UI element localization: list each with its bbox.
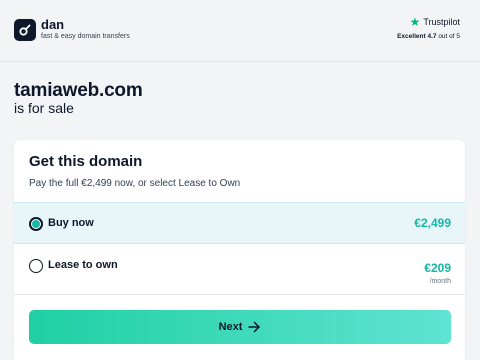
lease-price: €209 — [424, 261, 451, 275]
trustpilot-star-icon: ★ — [409, 15, 421, 29]
trustpilot-rating: Excellent 4.7 out of 5 — [380, 33, 460, 40]
brand-name[interactable]: dan — [41, 17, 64, 32]
for-sale-subtitle: is for sale — [14, 100, 74, 116]
radio-selected-dot — [32, 220, 40, 228]
buy-now-label: Buy now — [48, 217, 94, 229]
lease-price-unit: /month — [429, 278, 451, 285]
next-button[interactable]: Next — [29, 310, 451, 344]
dan-logo-icon[interactable] — [14, 19, 36, 41]
trustpilot-widget[interactable]: ★ Trustpilot Excellent 4.7 out of 5 — [380, 16, 460, 40]
next-button-label: Next — [218, 321, 243, 333]
buy-now-price: €2,499 — [414, 216, 451, 230]
purchase-card: Get this domain Pay the full €2,499 now,… — [14, 140, 465, 360]
trustpilot-scale: out of 5 — [438, 33, 460, 40]
option-buy-now[interactable]: Buy now €2,499 — [14, 202, 465, 244]
lease-to-own-radio[interactable] — [29, 259, 43, 273]
buy-now-radio[interactable] — [29, 217, 43, 231]
site-header: dan fast & easy domain transfers ★ Trust… — [0, 0, 480, 62]
trustpilot-rating-label: Excellent — [397, 33, 426, 40]
arrow-right-icon — [248, 321, 261, 333]
brand-tagline: fast & easy domain transfers — [41, 33, 130, 40]
domain-name: tamiaweb.com — [14, 80, 143, 101]
lease-to-own-label: Lease to own — [48, 259, 118, 271]
trustpilot-name: Trustpilot — [423, 17, 460, 27]
card-subtitle: Pay the full €2,499 now, or select Lease… — [29, 178, 241, 189]
option-lease-to-own[interactable]: Lease to own €209 /month — [14, 245, 465, 295]
card-title: Get this domain — [29, 153, 143, 170]
trustpilot-score: 4.7 — [427, 33, 437, 40]
